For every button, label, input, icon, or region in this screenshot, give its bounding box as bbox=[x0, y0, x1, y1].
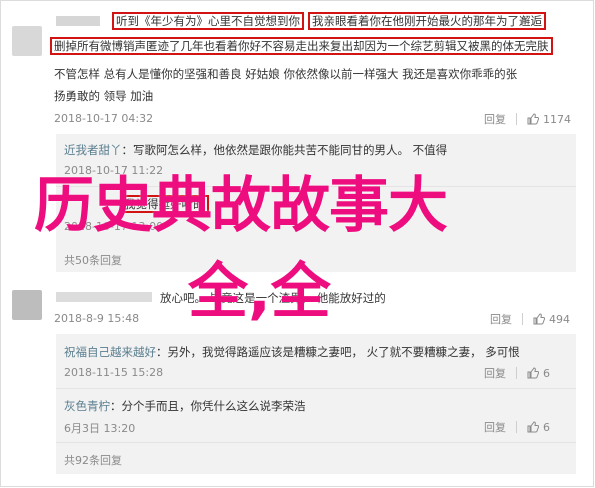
reply-text: ：写歌阿怎么样，他依然是跟你能共苦不能同甘的男人。 不值得 bbox=[121, 143, 448, 157]
reply-text: ：分个手而且，你凭什么这么说李荣浩 bbox=[110, 399, 306, 413]
reply-button[interactable]: 回复 bbox=[484, 111, 506, 127]
thumbs-up-icon[interactable] bbox=[533, 313, 545, 325]
reply-button[interactable]: 回复 bbox=[484, 419, 506, 435]
comment-actions: 回复 494 bbox=[490, 311, 570, 327]
like-count: 494 bbox=[549, 312, 570, 326]
more-replies-link[interactable]: 共50条回复 bbox=[64, 252, 122, 268]
divider bbox=[522, 313, 523, 325]
comment-timestamp: 2018-10-17 04:32 bbox=[54, 112, 154, 125]
watermark-line-1: 历史典故故事大 bbox=[34, 171, 448, 241]
thumbs-up-icon[interactable] bbox=[527, 113, 539, 125]
divider bbox=[56, 388, 576, 389]
reply-actions: 回复 6 bbox=[484, 365, 550, 381]
reply-username[interactable]: 祝福自己越来越好 bbox=[64, 345, 156, 359]
reply-button[interactable]: 回复 bbox=[484, 365, 506, 381]
reply-item: 祝福自己越来越好：另外，我觉得路遥应该是糟糠之妻吧， 火了就不要糟糠之妻， 多可… bbox=[64, 344, 520, 360]
watermark-line-2: 全,全 bbox=[188, 257, 331, 327]
reply-item: 近我者甜丫：写歌阿怎么样，他依然是跟你能共苦不能同甘的男人。 不值得 bbox=[64, 142, 447, 158]
highlighted-text: 删掉所有微博销声匿迹了几年也看着你好不容易走出来复出却因为一个综艺剪辑又被黑的体… bbox=[50, 37, 553, 55]
avatar[interactable] bbox=[12, 26, 42, 56]
comment-timestamp: 2018-8-9 15:48 bbox=[54, 312, 140, 325]
more-replies-link[interactable]: 共92条回复 bbox=[64, 452, 122, 468]
comment-actions: 回复 1174 bbox=[484, 111, 571, 127]
thumbs-up-icon[interactable] bbox=[527, 367, 539, 379]
like-count: 6 bbox=[543, 366, 550, 380]
avatar[interactable] bbox=[12, 290, 42, 320]
reply-timestamp: 6月3日 13:20 bbox=[64, 422, 136, 435]
reply-text: ：另外，我觉得路遥应该是糟糠之妻吧， 火了就不要糟糠之妻， 多可恨 bbox=[156, 345, 520, 359]
divider bbox=[516, 367, 517, 379]
reply-item: 灰色青柠：分个手而且，你凭什么这么说李荣浩 bbox=[64, 398, 306, 414]
username-blur bbox=[56, 292, 152, 302]
reply-timestamp: 2018-11-15 15:28 bbox=[64, 366, 164, 379]
comment-line-1: 听到《年少有为》心里不自觉想到你 我亲眼看着你在他刚开始最火的那年为了邂逅 bbox=[112, 12, 546, 30]
comment-line-4: 扬勇敢的 领导 加油 bbox=[54, 89, 154, 103]
divider bbox=[516, 113, 517, 125]
like-count: 6 bbox=[543, 420, 550, 434]
divider bbox=[56, 442, 576, 443]
reply-button[interactable]: 回复 bbox=[490, 311, 512, 327]
reply-username[interactable]: 近我者甜丫 bbox=[64, 143, 122, 157]
divider bbox=[516, 421, 517, 433]
reply-username[interactable]: 灰色青柠 bbox=[64, 399, 110, 413]
reply-actions: 回复 6 bbox=[484, 419, 550, 435]
comment-line-3: 不管怎样 总有人是懂你的坚强和善良 好姑娘 你依然像以前一样强大 我还是喜欢你乖… bbox=[54, 67, 518, 81]
like-count: 1174 bbox=[543, 112, 571, 126]
highlighted-text: 我亲眼看着你在他刚开始最火的那年为了邂逅 bbox=[308, 12, 546, 30]
comment-line-2: 删掉所有微博销声匿迹了几年也看着你好不容易走出来复出却因为一个综艺剪辑又被黑的体… bbox=[50, 37, 553, 55]
username-blur bbox=[56, 16, 100, 26]
thumbs-up-icon[interactable] bbox=[527, 421, 539, 433]
highlighted-text: 听到《年少有为》心里不自觉想到你 bbox=[112, 12, 304, 30]
